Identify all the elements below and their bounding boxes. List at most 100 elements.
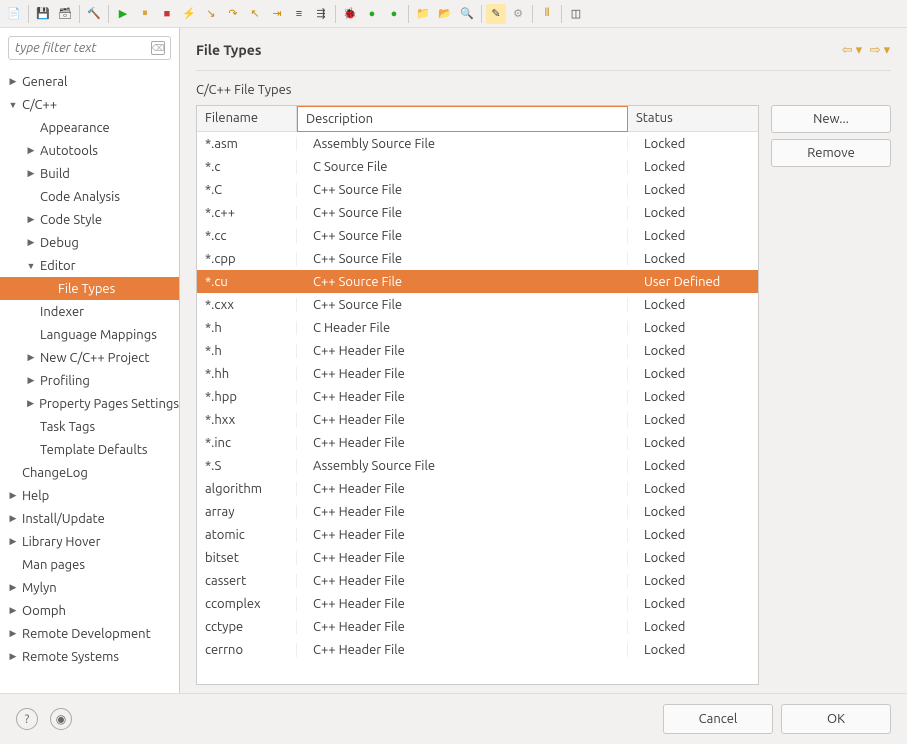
tree-item[interactable]: ▶Debug xyxy=(0,231,179,254)
new-dropdown-icon[interactable]: 📄 xyxy=(4,4,24,24)
tree-item[interactable]: Code Analysis xyxy=(0,185,179,208)
table-row[interactable]: *.c++C++ Source FileLocked xyxy=(197,201,758,224)
tree-item[interactable]: ▶Profiling xyxy=(0,369,179,392)
table-row[interactable]: *.hC Header FileLocked xyxy=(197,316,758,339)
run-icon[interactable]: ▶ xyxy=(113,4,133,24)
tree-item[interactable]: ▶Library Hover xyxy=(0,530,179,553)
tree-item[interactable]: ▶Remote Systems xyxy=(0,645,179,668)
new-button[interactable]: New... xyxy=(771,105,891,133)
table-row[interactable]: *.cC Source FileLocked xyxy=(197,155,758,178)
expand-right-icon[interactable]: ▶ xyxy=(6,651,20,662)
tree-item[interactable]: Template Defaults xyxy=(0,438,179,461)
expand-right-icon[interactable]: ▶ xyxy=(24,237,38,248)
tree-item[interactable]: ▶General xyxy=(0,70,179,93)
save-all-icon[interactable]: 🗃 xyxy=(55,4,75,24)
preferences-tree[interactable]: ▶General▼C/C++Appearance▶Autotools▶Build… xyxy=(0,68,179,693)
table-row[interactable]: cctypeC++ Header FileLocked xyxy=(197,615,758,638)
expand-right-icon[interactable]: ▶ xyxy=(6,582,20,593)
tree-item[interactable]: Appearance xyxy=(0,116,179,139)
expand-right-icon[interactable]: ▶ xyxy=(24,214,38,225)
instr-icon[interactable]: ≡ xyxy=(289,4,309,24)
pause-icon[interactable]: ⏸ xyxy=(135,4,155,24)
expand-right-icon[interactable]: ▶ xyxy=(6,628,20,639)
disconnect-icon[interactable]: ⚡ xyxy=(179,4,199,24)
table-row[interactable]: ccomplexC++ Header FileLocked xyxy=(197,592,758,615)
stop-icon[interactable]: ■ xyxy=(157,4,177,24)
expand-down-icon[interactable]: ▼ xyxy=(24,261,38,271)
ok-button[interactable]: OK xyxy=(781,704,891,734)
table-row[interactable]: cassertC++ Header FileLocked xyxy=(197,569,758,592)
expand-right-icon[interactable]: ▶ xyxy=(24,375,38,386)
step-icon[interactable]: ⇥ xyxy=(267,4,287,24)
expand-right-icon[interactable]: ▶ xyxy=(24,168,38,179)
cancel-button[interactable]: Cancel xyxy=(663,704,773,734)
tree-item[interactable]: ▶Oomph xyxy=(0,599,179,622)
column-description[interactable]: Description xyxy=(297,106,628,132)
expand-right-icon[interactable]: ▶ xyxy=(24,352,38,363)
folder-icon[interactable]: 📁 xyxy=(413,4,433,24)
table-row[interactable]: *.hxxC++ Header FileLocked xyxy=(197,408,758,431)
coverage-icon[interactable]: ● xyxy=(384,4,404,24)
save-icon[interactable]: 💾 xyxy=(33,4,53,24)
table-row[interactable]: arrayC++ Header FileLocked xyxy=(197,500,758,523)
edit-icon[interactable]: ✎ xyxy=(486,4,506,24)
tree-item[interactable]: ▼Editor xyxy=(0,254,179,277)
expand-right-icon[interactable]: ▶ xyxy=(6,490,20,501)
table-row[interactable]: *.incC++ Header FileLocked xyxy=(197,431,758,454)
expand-down-icon[interactable]: ▼ xyxy=(6,100,20,110)
table-row[interactable]: cerrnoC++ Header FileLocked xyxy=(197,638,758,661)
debug-icon[interactable]: 🐞 xyxy=(340,4,360,24)
nav-forward-icon[interactable]: ⇨ ▾ xyxy=(869,40,891,60)
remove-button[interactable]: Remove xyxy=(771,139,891,167)
table-row[interactable]: atomicC++ Header FileLocked xyxy=(197,523,758,546)
tree-item[interactable]: ChangeLog xyxy=(0,461,179,484)
folder2-icon[interactable]: 📂 xyxy=(435,4,455,24)
run-green-icon[interactable]: ● xyxy=(362,4,382,24)
build-icon[interactable]: 🔨 xyxy=(84,4,104,24)
tree-item[interactable]: ▶Mylyn xyxy=(0,576,179,599)
filter-icon[interactable]: ⇶ xyxy=(311,4,331,24)
tree-item[interactable]: ▶New C/C++ Project xyxy=(0,346,179,369)
expand-right-icon[interactable]: ▶ xyxy=(6,536,20,547)
step-into-icon[interactable]: ↘ xyxy=(201,4,221,24)
window-icon[interactable]: ◫ xyxy=(566,4,586,24)
expand-right-icon[interactable]: ▶ xyxy=(24,145,38,156)
import-export-icon[interactable]: ◉ xyxy=(50,708,72,730)
align-icon[interactable]: ⫴ xyxy=(537,4,557,24)
table-row[interactable]: bitsetC++ Header FileLocked xyxy=(197,546,758,569)
table-row[interactable]: *.cuC++ Source FileUser Defined xyxy=(197,270,758,293)
step-over-icon[interactable]: ↷ xyxy=(223,4,243,24)
table-row[interactable]: algorithmC++ Header FileLocked xyxy=(197,477,758,500)
filter-input[interactable] xyxy=(8,36,171,60)
gear-icon[interactable]: ⚙ xyxy=(508,4,528,24)
table-row[interactable]: *.ccC++ Source FileLocked xyxy=(197,224,758,247)
step-return-icon[interactable]: ↖ xyxy=(245,4,265,24)
expand-right-icon[interactable]: ▶ xyxy=(6,605,20,616)
table-row[interactable]: *.hppC++ Header FileLocked xyxy=(197,385,758,408)
filter-clear-icon[interactable]: ⌫ xyxy=(151,41,165,55)
table-row[interactable]: *.hhC++ Header FileLocked xyxy=(197,362,758,385)
table-row[interactable]: *.cppC++ Source FileLocked xyxy=(197,247,758,270)
tree-item[interactable]: ▶Code Style xyxy=(0,208,179,231)
tree-item[interactable]: Task Tags xyxy=(0,415,179,438)
column-status[interactable]: Status xyxy=(628,106,758,132)
table-row[interactable]: *.SAssembly Source FileLocked xyxy=(197,454,758,477)
expand-right-icon[interactable]: ▶ xyxy=(6,76,20,87)
table-body[interactable]: *.asmAssembly Source FileLocked*.cC Sour… xyxy=(197,132,758,684)
expand-right-icon[interactable]: ▶ xyxy=(6,513,20,524)
search-icon[interactable]: 🔍 xyxy=(457,4,477,24)
tree-item[interactable]: ▼C/C++ xyxy=(0,93,179,116)
tree-item[interactable]: ▶Help xyxy=(0,484,179,507)
tree-item[interactable]: Indexer xyxy=(0,300,179,323)
tree-item[interactable]: ▶Autotools xyxy=(0,139,179,162)
help-icon[interactable]: ? xyxy=(16,708,38,730)
tree-item[interactable]: ▶Property Pages Settings xyxy=(0,392,179,415)
table-row[interactable]: *.cxxC++ Source FileLocked xyxy=(197,293,758,316)
tree-item[interactable]: ▶Build xyxy=(0,162,179,185)
nav-back-icon[interactable]: ⇦ ▾ xyxy=(841,40,863,60)
expand-right-icon[interactable]: ▶ xyxy=(24,398,37,409)
tree-item[interactable]: ▶Install/Update xyxy=(0,507,179,530)
table-row[interactable]: *.CC++ Source FileLocked xyxy=(197,178,758,201)
tree-item[interactable]: ▶Remote Development xyxy=(0,622,179,645)
tree-item[interactable]: File Types xyxy=(0,277,179,300)
